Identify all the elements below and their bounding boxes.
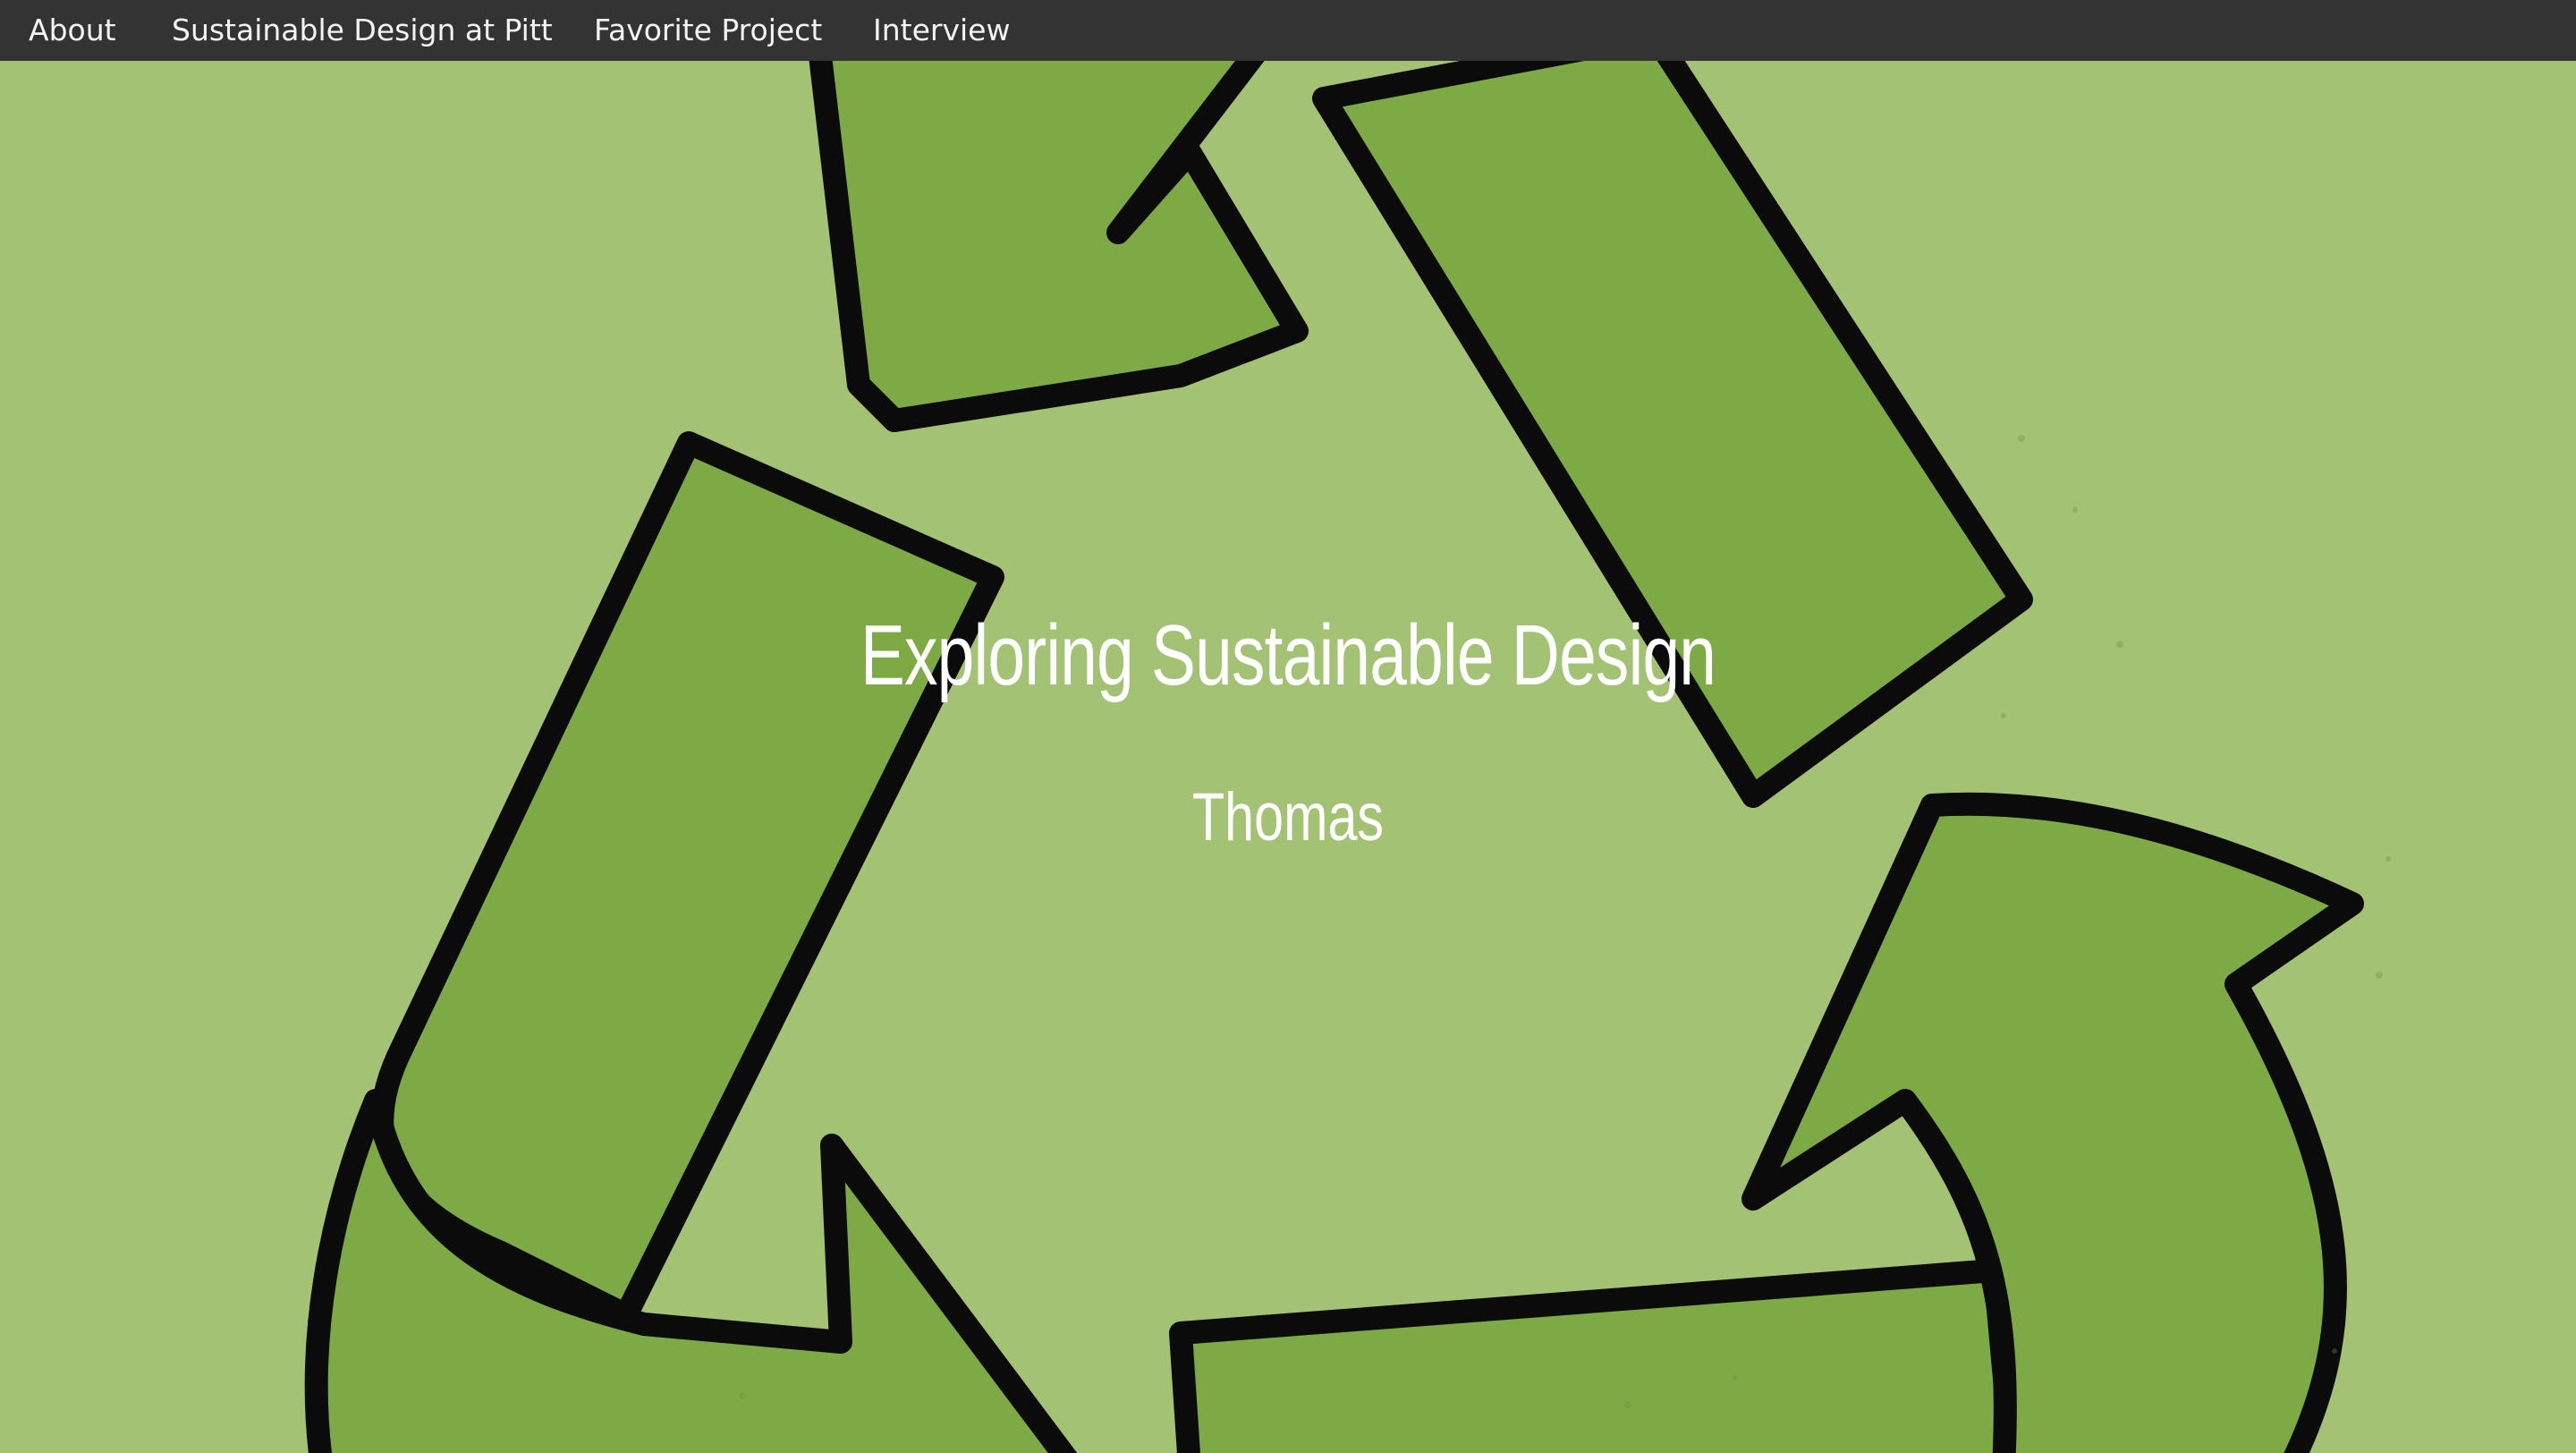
hero-title: Exploring Sustainable Design <box>860 608 1716 703</box>
nav-link-sustainable-design-at-pitt[interactable]: Sustainable Design at Pitt <box>172 0 553 61</box>
hero-section <box>0 0 2576 1453</box>
recycle-symbol-background-image <box>0 0 2576 1453</box>
hero-subtitle: Thomas <box>1191 779 1385 855</box>
top-navigation-bar: About Sustainable Design at Pitt Favorit… <box>0 0 2576 61</box>
nav-link-interview[interactable]: Interview <box>873 0 1010 61</box>
nav-link-about[interactable]: About <box>29 0 116 61</box>
nav-link-favorite-project[interactable]: Favorite Project <box>594 0 822 61</box>
